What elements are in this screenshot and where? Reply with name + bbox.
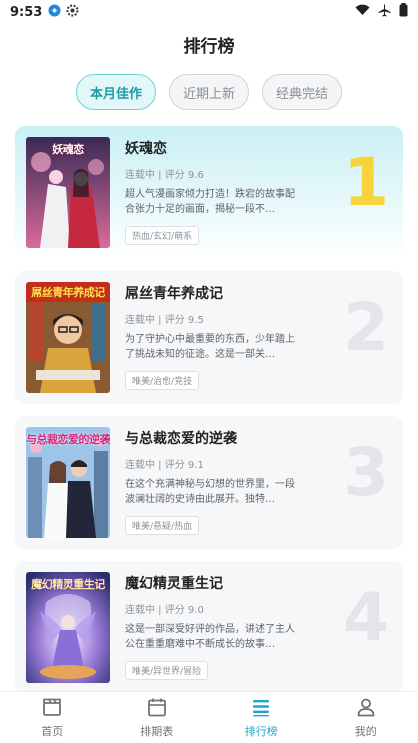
comic-tags: 唯美/治愈/竞技 (125, 371, 200, 390)
list-icon (250, 696, 272, 723)
comic-title: 魔幻精灵重生记 (125, 576, 223, 592)
notification-dot-icon (48, 4, 61, 21)
cover-title: 魔幻精灵重生记 (31, 578, 105, 591)
cover-image: 魔幻精灵重生记 (26, 572, 110, 683)
ranking-card[interactable]: 屌丝青年养成记 屌丝青年养成记 连载中 | 评分 9.5 为了守护心中最重要的东… (15, 271, 403, 404)
nav-ranking[interactable]: 排行榜 (209, 692, 314, 743)
cover-image: 与总裁恋爱的逆袭 (26, 427, 110, 538)
calendar-icon (146, 696, 168, 723)
nav-schedule[interactable]: 排期表 (105, 692, 210, 743)
ranking-list: 妖魂恋 妖魂恋 连载中 | 评分 9.6 超人气漫画家倾力打造！跌宕的故事配合张… (15, 126, 403, 706)
settings-gear-icon (66, 4, 79, 21)
comic-title: 妖魂恋 (125, 141, 167, 157)
comic-description: 超人气漫画家倾力打造！跌宕的故事配合张力十足的画面，揭秘一段不… (125, 189, 295, 215)
cover-title: 与总裁恋爱的逆袭 (26, 433, 110, 446)
card-info: 与总裁恋爱的逆袭 连载中 | 评分 9.1 在这个充满神秘与幻想的世界里，一段波… (125, 428, 295, 535)
ranking-card[interactable]: 魔幻精灵重生记 魔幻精灵重生记 连载中 | 评分 9.0 这是一部深受好评的作品… (15, 561, 403, 694)
rank-number: 3 (343, 434, 389, 511)
airplane-icon (378, 4, 391, 21)
nav-label: 排行榜 (244, 725, 278, 738)
comic-tags: 唯美/悬疑/热血 (125, 516, 200, 535)
nav-home[interactable]: 首页 (0, 692, 105, 743)
user-icon (355, 696, 377, 723)
card-info: 屌丝青年养成记 连载中 | 评分 9.5 为了守护心中最重要的东西，少年踏上了挑… (125, 283, 295, 390)
comic-tags: 热血/玄幻/萌系 (125, 226, 200, 245)
comic-title: 与总裁恋爱的逆袭 (125, 431, 237, 447)
comic-description: 在这个充满神秘与幻想的世界里，一段波澜壮阔的史诗由此展开。独特… (125, 479, 295, 505)
status-bar: 9:53 (0, 0, 418, 24)
nav-label: 我的 (354, 725, 377, 738)
comic-meta: 连载中 | 评分 9.0 (125, 605, 204, 616)
cover-image: 妖魂恋 (26, 137, 110, 248)
comic-meta: 连载中 | 评分 9.6 (125, 170, 204, 181)
nav-label: 排期表 (140, 725, 174, 738)
rank-number: 2 (343, 289, 389, 366)
nav-label: 首页 (41, 725, 64, 738)
page-title: 排行榜 (183, 37, 235, 57)
ranking-card[interactable]: 与总裁恋爱的逆袭 与总裁恋爱的逆袭 连载中 | 评分 9.1 在这个充满神秘与幻… (15, 416, 403, 549)
nav-profile[interactable]: 我的 (314, 692, 418, 743)
ranking-card[interactable]: 妖魂恋 妖魂恋 连载中 | 评分 9.6 超人气漫画家倾力打造！跌宕的故事配合张… (15, 126, 403, 259)
status-time: 9:53 (10, 4, 43, 20)
comic-title: 屌丝青年养成记 (125, 286, 223, 302)
tab-monthly-best[interactable]: 本月佳作 (76, 74, 156, 110)
comic-meta: 连载中 | 评分 9.5 (125, 315, 204, 326)
comic-tags: 唯美/异世界/冒险 (125, 661, 209, 680)
tab-new-releases[interactable]: 近期上新 (169, 74, 249, 110)
tab-classic-completed[interactable]: 经典完结 (262, 74, 342, 110)
cover-title: 妖魂恋 (52, 143, 84, 156)
comic-description: 这是一部深受好评的作品，讲述了主人公在重重磨难中不断成长的故事… (125, 624, 295, 650)
rank-number: 1 (343, 144, 389, 221)
rank-number: 4 (343, 579, 389, 656)
ranking-tabs: 本月佳作 近期上新 经典完结 (0, 74, 418, 110)
wifi-icon (355, 4, 370, 20)
bottom-navigation: 首页 排期表 排行榜 我的 (0, 691, 418, 743)
cover-image: 屌丝青年养成记 (26, 282, 110, 393)
clapperboard-icon (41, 696, 63, 723)
comic-meta: 连载中 | 评分 9.1 (125, 460, 204, 471)
card-info: 妖魂恋 连载中 | 评分 9.6 超人气漫画家倾力打造！跌宕的故事配合张力十足的… (125, 138, 295, 245)
card-info: 魔幻精灵重生记 连载中 | 评分 9.0 这是一部深受好评的作品，讲述了主人公在… (125, 573, 295, 680)
cover-title: 屌丝青年养成记 (26, 282, 110, 302)
comic-description: 为了守护心中最重要的东西，少年踏上了挑战未知的征途。这是一部关… (125, 334, 295, 360)
battery-icon (399, 3, 408, 21)
